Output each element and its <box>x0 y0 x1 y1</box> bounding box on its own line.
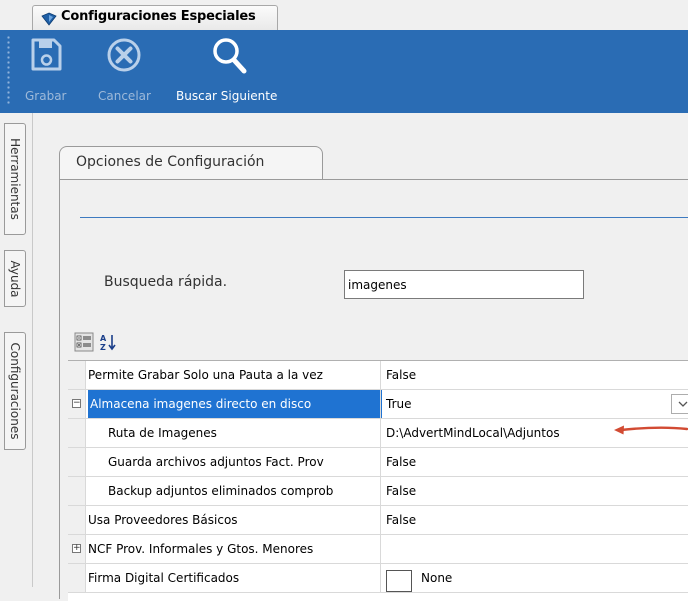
find-next-button[interactable]: Buscar Siguiente <box>174 30 300 113</box>
property-row[interactable]: Firma Digital Certificados None <box>68 564 688 593</box>
row-gutter: + <box>68 535 86 563</box>
annotation-arrow <box>614 425 688 435</box>
main-content: Opciones de Configuración Busqueda rápid… <box>32 113 688 601</box>
property-value[interactable]: False <box>380 361 688 389</box>
property-row[interactable]: Usa Proveedores Básicos False <box>68 506 688 535</box>
svg-text:A: A <box>100 334 107 343</box>
side-tab-label: Ayuda <box>8 259 22 298</box>
checkbox[interactable] <box>386 570 412 592</box>
row-gutter <box>68 448 86 476</box>
property-row[interactable]: − Almacena imagenes directo en disco True <box>68 390 688 419</box>
property-row[interactable]: Ruta de Imagenes D:\AdvertMindLocal\Adjun… <box>68 419 688 448</box>
property-name: Guarda archivos adjuntos Fact. Prov <box>108 455 324 469</box>
row-gutter <box>68 564 86 592</box>
property-value-text: False <box>386 368 417 382</box>
toolbar: Grabar Cancelar Buscar Siguiente <box>0 30 688 113</box>
property-value[interactable]: False <box>380 477 688 505</box>
sort-az-icon[interactable]: A Z <box>98 332 118 352</box>
cancel-circle-icon <box>107 38 141 72</box>
quick-search-input[interactable] <box>344 270 584 299</box>
floppy-disk-icon <box>31 38 62 71</box>
chevron-down-icon <box>678 401 688 407</box>
property-value-text: None <box>421 571 453 585</box>
side-tab-configuraciones[interactable]: Configuraciones <box>4 332 26 450</box>
property-value-text: False <box>386 455 417 469</box>
dropdown-button[interactable] <box>671 394 688 414</box>
find-next-label: Buscar Siguiente <box>176 89 278 103</box>
side-tab-herramientas[interactable]: Herramientas <box>4 123 26 235</box>
property-name: Permite Grabar Solo una Pauta a la vez <box>88 368 323 382</box>
tab-label: Configuraciones Especiales <box>61 9 256 24</box>
property-name: Backup adjuntos eliminados comprob <box>108 484 334 498</box>
property-name: Almacena imagenes directo en disco <box>88 390 382 418</box>
row-gutter <box>68 361 86 389</box>
tab-opciones-configuracion[interactable]: Opciones de Configuración <box>59 146 323 180</box>
side-tab-label: Herramientas <box>8 138 22 220</box>
property-value[interactable]: False <box>380 448 688 476</box>
toolbar-grip[interactable] <box>7 35 10 105</box>
save-button[interactable]: Grabar <box>20 30 76 113</box>
row-gutter <box>68 477 86 505</box>
magnifier-icon <box>213 38 247 74</box>
expand-icon[interactable]: + <box>72 544 81 553</box>
row-gutter <box>68 506 86 534</box>
svg-text:Z: Z <box>100 343 106 352</box>
cancel-button[interactable]: Cancelar <box>94 30 160 113</box>
side-tab-ayuda[interactable]: Ayuda <box>4 250 26 307</box>
property-value[interactable]: None <box>380 564 688 592</box>
row-gutter <box>68 419 86 447</box>
tab-label: Opciones de Configuración <box>76 154 265 170</box>
property-row[interactable]: Backup adjuntos eliminados comprob False <box>68 477 688 506</box>
property-grid-toolbar: A Z <box>68 327 688 360</box>
quick-search-label: Busqueda rápida. <box>104 274 228 290</box>
property-row[interactable]: Permite Grabar Solo una Pauta a la vez Fa… <box>68 361 688 390</box>
property-name: Usa Proveedores Básicos <box>88 513 238 527</box>
divider <box>80 217 688 218</box>
collapse-icon[interactable]: − <box>72 399 81 408</box>
cancel-label: Cancelar <box>98 89 151 103</box>
shield-icon <box>41 11 57 26</box>
property-value[interactable]: True <box>380 390 688 418</box>
row-gutter: − <box>68 390 86 418</box>
configuration-panel: Busqueda rápida. A Z Permite Grabar Solo… <box>59 179 688 601</box>
side-panel-tabs: Herramientas Ayuda Configuraciones <box>0 113 32 587</box>
property-value-text: True <box>386 397 412 411</box>
property-row[interactable]: Guarda archivos adjuntos Fact. Prov False <box>68 448 688 477</box>
property-value-text: D:\AdvertMindLocal\Adjuntos <box>386 426 560 440</box>
property-grid: Permite Grabar Solo una Pauta a la vez Fa… <box>68 360 688 601</box>
property-name: Ruta de Imagenes <box>108 426 217 440</box>
property-row[interactable]: + NCF Prov. Informales y Gtos. Menores <box>68 535 688 564</box>
property-name: NCF Prov. Informales y Gtos. Menores <box>88 542 314 556</box>
document-tab-strip: Configuraciones Especiales <box>0 0 688 30</box>
property-name: Firma Digital Certificados <box>88 571 240 585</box>
property-value[interactable]: False <box>380 506 688 534</box>
property-value[interactable] <box>380 535 688 563</box>
property-value-text: False <box>386 484 417 498</box>
tab-configuraciones-especiales[interactable]: Configuraciones Especiales <box>32 5 278 30</box>
save-label: Grabar <box>25 89 67 103</box>
side-tab-label: Configuraciones <box>8 342 22 440</box>
property-value-text: False <box>386 513 417 527</box>
categorized-icon[interactable] <box>74 332 94 352</box>
